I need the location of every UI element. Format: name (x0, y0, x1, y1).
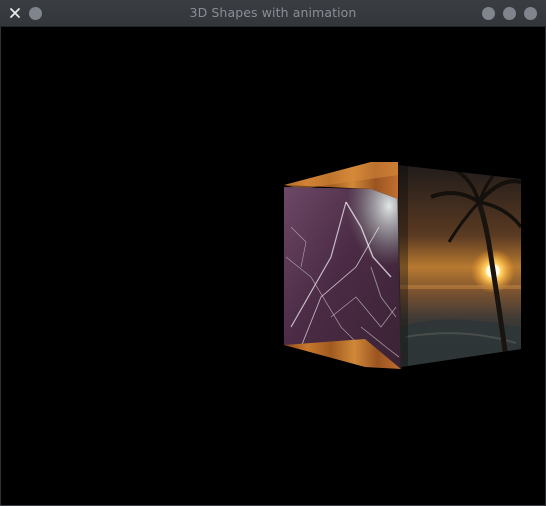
cube-scene (284, 162, 521, 370)
maximize-button[interactable] (503, 7, 516, 20)
sunset-face (398, 165, 521, 367)
keep-above-button[interactable] (524, 7, 537, 20)
title-bar[interactable]: 3D Shapes with animation (0, 0, 546, 27)
window-title: 3D Shapes with animation (189, 5, 357, 20)
app-window: 3D Shapes with animation (0, 0, 546, 506)
minimize-button[interactable] (482, 7, 495, 20)
render-canvas[interactable] (1, 27, 545, 505)
